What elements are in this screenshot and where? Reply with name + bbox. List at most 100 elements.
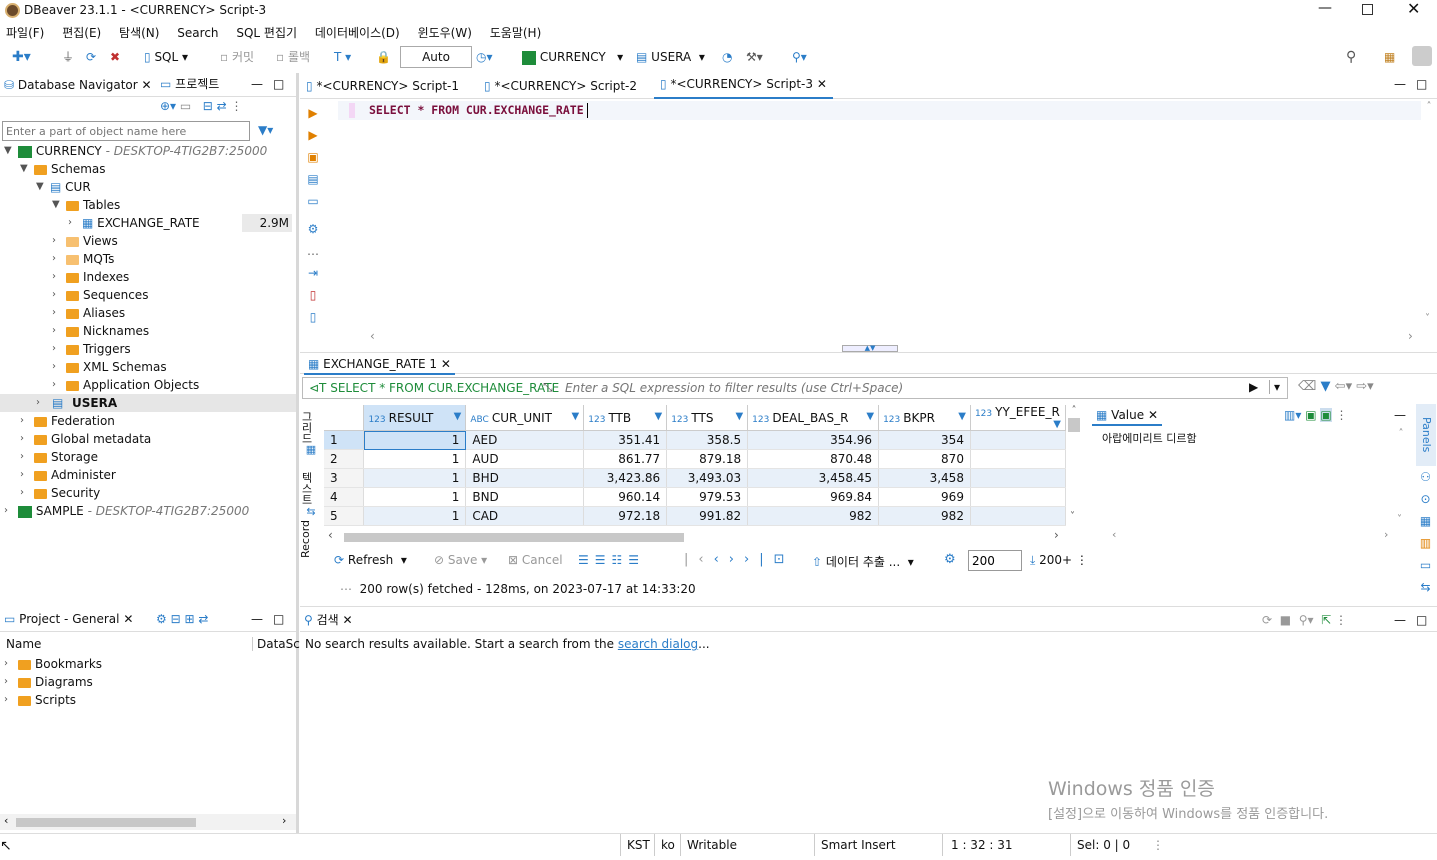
tab-projects[interactable]: ▭ 프로젝트 [160,73,219,95]
save-script-icon[interactable]: ▯ [303,306,323,328]
sort-icon[interactable]: ▼ [654,411,662,422]
expand-icon[interactable]: › [20,466,24,484]
new-connection-icon[interactable]: ✚▾ [12,48,31,66]
load-script-icon[interactable]: ▯ [303,284,323,306]
table-cell[interactable]: 354 [878,430,971,450]
expand-icon[interactable]: › [52,268,56,286]
global-search-icon[interactable]: ⚲ [1346,48,1356,66]
table-cell[interactable]: 870.48 [747,449,880,469]
auto-apply-icon[interactable]: ▣ [1320,408,1332,422]
reconnect-icon[interactable]: ⟳ [86,48,96,66]
expand-icon[interactable]: › [52,232,56,250]
dashboard-icon[interactable]: ◔ [722,48,732,66]
sort-icon[interactable]: ▼ [454,411,462,422]
results-grid[interactable]: 123 RESULT ▼ ABC CUR_UNIT ▼ 123 TTB ▼ 123 TTS ▼ 123 D… [324,405,1066,526]
expand-icon[interactable]: › [52,250,56,268]
copy-row-icon[interactable]: ☷ [612,553,629,567]
minimize-icon[interactable]: — [251,608,263,630]
scroll-thumb[interactable] [1068,418,1080,432]
minimize-icon[interactable]: — [1394,609,1406,631]
table-cell[interactable]: 870 [878,449,971,469]
tab-database-navigator[interactable]: ⛁ Database Navigator ✕ [4,74,152,96]
minimize-icon[interactable]: — [251,73,263,95]
results-filter-input[interactable] [565,379,1245,397]
sort-icon[interactable]: ▼ [1053,419,1061,430]
tree-item-nicknames[interactable]: › Nicknames [52,322,149,340]
menu-window[interactable]: 윈도우(W) [418,26,472,40]
new-folder-icon[interactable]: ▭ [180,99,191,113]
table-row[interactable]: 3 1 BHD 3,423.86 3,493.03 3,458.45 3,458 [324,468,1066,488]
export-icon[interactable]: ⇥ [303,262,323,284]
minimize-button[interactable]: — [1318,0,1332,16]
query-text[interactable]: ⊲T SELECT * FROM CUR.EXCHANGE_RATE [309,381,559,395]
column-header-tts[interactable]: 123 TTS ▼ [666,405,749,431]
column-header-yy-efee-r[interactable]: 123 YY_EFEE_R ▼ [970,405,1066,431]
menu-sql-editor[interactable]: SQL 편집기 [236,26,297,40]
table-cell[interactable]: 861.77 [583,449,668,469]
expand-icon[interactable]: › [52,322,56,340]
close-icon[interactable]: ✕ [817,77,827,91]
maximize-icon[interactable]: □ [273,608,284,630]
tab-exchange-rate-result[interactable]: ▦ EXCHANGE_RATE 1 ✕ [304,353,455,375]
stop-search-icon[interactable]: ■ [1280,613,1291,627]
tree-item-security[interactable]: › Security [20,484,100,502]
filter-expand-icon[interactable]: ⤡ [543,380,553,395]
panels-tab[interactable]: Panels [1416,404,1436,466]
table-cell[interactable]: 3,423.86 [583,468,668,488]
tree-item-indexes[interactable]: › Indexes [52,268,129,286]
new-connection-nav-icon[interactable]: ⊕▾ [160,99,176,113]
execute-statement-new-tab-icon[interactable]: ▶ [303,124,323,146]
table-cell[interactable]: 3,458.45 [747,468,880,488]
splitter-handle[interactable]: ▲▼ [842,345,898,352]
editor-hscrollbar[interactable]: ‹ › [338,329,1421,345]
table-cell[interactable]: BND [465,487,585,507]
metadata-icon[interactable]: ⚇ [1414,466,1437,488]
tree-item-global-metadata[interactable]: › Global metadata [20,430,151,448]
search-toolbar-icon[interactable]: ⚲▾ [792,48,807,66]
table-cell[interactable]: 982 [747,506,880,526]
sort-icon[interactable]: ▼ [572,411,580,422]
save-value-icon[interactable]: ▣ [1305,408,1316,422]
expand-icon[interactable]: › [20,484,24,502]
tree-item-administer[interactable]: › Administer [20,466,116,484]
delete-row-icon[interactable]: ☰ [628,553,645,567]
column-header-result[interactable]: 123 RESULT ▼ [363,405,467,431]
last-row-icon[interactable]: ›| [744,552,774,567]
editor-vscrollbar[interactable]: ˄ ˅ [1421,101,1437,329]
table-row[interactable]: 4 1 BND 960.14 979.53 969.84 969 [324,487,1066,507]
table-cell[interactable]: 354.96 [747,430,880,450]
expand-icon[interactable]: › [52,358,56,376]
close-icon[interactable]: ✕ [142,78,152,92]
table-cell[interactable]: 1 [363,506,467,526]
tree-item-sequences[interactable]: › Sequences [52,286,148,304]
maximize-icon[interactable]: □ [273,73,284,95]
column-header-deal-bas-r[interactable]: 123 DEAL_BAS_R ▼ [747,405,880,431]
refresh-button[interactable]: ⟳ Refresh ▾ [334,553,407,567]
view-menu-icon[interactable]: ⋮ [230,99,242,113]
execute-script-icon[interactable]: ▣ [303,146,323,168]
grouping-icon[interactable]: ▦ [1414,510,1437,532]
fetch-all-button[interactable]: ⤓ 200+ ⋮ [1030,553,1088,568]
tab-script-2[interactable]: ▯ *<CURRENCY> Script-2 [484,75,637,97]
expand-icon[interactable]: › [20,412,24,430]
value-hscrollbar[interactable]: ‹ › [1112,528,1392,542]
close-icon[interactable]: ✕ [1148,408,1158,422]
explain-plan-icon[interactable]: ▤ [303,168,323,190]
menu-help[interactable]: 도움말(H) [490,26,542,40]
tree-item-mqts[interactable]: › MQTs [52,250,114,268]
export-button[interactable]: ⇧ 데이터 추출 ... ▾ [812,553,914,570]
grid-icon[interactable]: ▦ [300,444,322,464]
console-icon[interactable]: ▭ [303,190,323,212]
view-menu-icon[interactable]: ⋮ [1336,408,1348,422]
link-editor-icon[interactable]: ⇄ [217,99,227,113]
view-menu-icon[interactable]: ⋮ [1335,613,1347,627]
table-row[interactable]: 5 1 CAD 972.18 991.82 982 982 [324,506,1066,526]
tree-item-federation[interactable]: › Federation [20,412,115,430]
save-button[interactable]: ⊘ Save ▾ [434,553,487,567]
expand-icon[interactable]: › [52,340,56,358]
calc-icon[interactable]: ⊙ [1414,488,1437,510]
table-cell[interactable]: AED [465,430,585,450]
history-icon[interactable]: ◷▾ [476,48,493,66]
grid-vscrollbar[interactable]: ˄ ˅ [1066,405,1082,526]
tree-item-application-objects[interactable]: › Application Objects [52,376,199,394]
